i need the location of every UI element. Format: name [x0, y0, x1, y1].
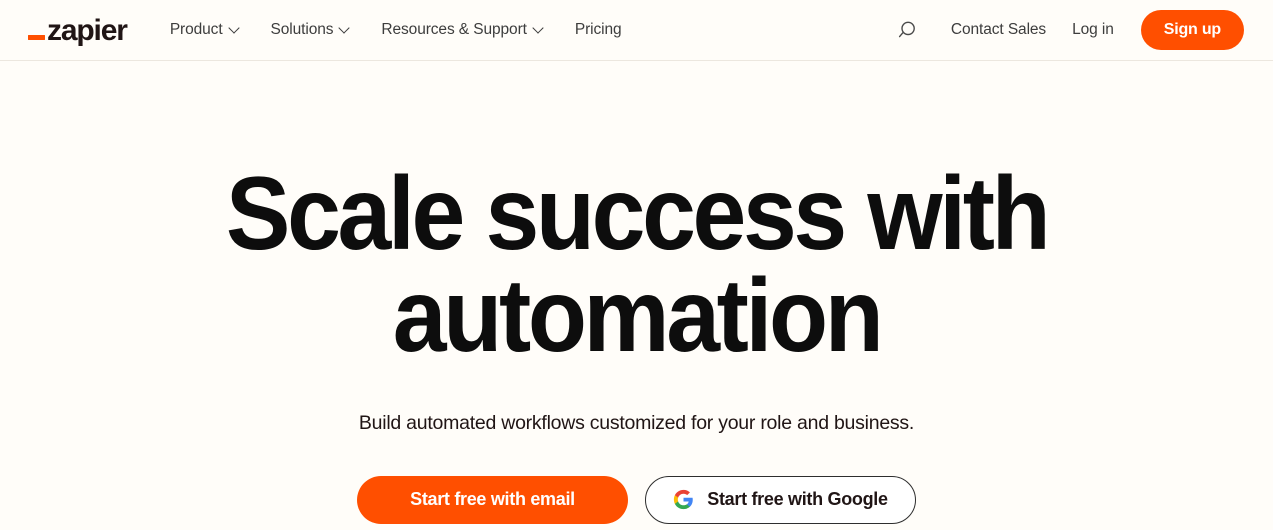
page-title: Scale success with automation — [226, 162, 1051, 368]
page-title-line-1: Scale success with — [225, 156, 1051, 272]
sign-up-button[interactable]: Sign up — [1140, 10, 1244, 50]
start-free-with-google-label: Start free with Google — [707, 489, 888, 510]
hero-subtitle: Build automated workflows customized for… — [358, 411, 915, 434]
page-title-line-2: automation — [392, 257, 884, 374]
nav-item-label: Product — [169, 21, 223, 38]
nav-item-pricing[interactable]: Pricing — [559, 13, 638, 47]
start-free-with-email-button[interactable]: Start free with email — [357, 475, 628, 524]
primary-navigation: Product Solutions Resources & Support Pr… — [154, 13, 638, 47]
nav-item-label: Pricing — [574, 21, 622, 38]
chevron-down-icon — [230, 24, 239, 33]
hero-cta-group: Start free with email Start free with Go… — [357, 475, 916, 524]
site-header: zapier Product Solutions Resources & Sup… — [0, 0, 1273, 61]
logo-wordmark: zapier — [47, 14, 128, 47]
search-button[interactable] — [890, 13, 924, 47]
chevron-down-icon — [340, 24, 349, 33]
zapier-logo[interactable]: zapier — [28, 14, 128, 47]
contact-sales-link[interactable]: Contact Sales — [938, 13, 1059, 47]
google-g-icon — [674, 490, 694, 510]
header-actions: Contact Sales Log in Sign up — [890, 10, 1244, 50]
nav-item-resources-support[interactable]: Resources & Support — [365, 13, 558, 47]
logo-underscore-icon — [28, 35, 45, 40]
nav-item-label: Solutions — [270, 21, 334, 38]
hero-section: Scale success with automation Build autom… — [0, 61, 1273, 530]
search-icon — [899, 21, 916, 37]
nav-item-product[interactable]: Product — [154, 13, 255, 47]
nav-item-solutions[interactable]: Solutions — [255, 13, 366, 47]
start-free-with-google-button[interactable]: Start free with Google — [645, 475, 916, 524]
nav-item-label: Resources & Support — [381, 21, 527, 38]
chevron-down-icon — [534, 24, 543, 33]
log-in-link[interactable]: Log in — [1059, 13, 1127, 47]
